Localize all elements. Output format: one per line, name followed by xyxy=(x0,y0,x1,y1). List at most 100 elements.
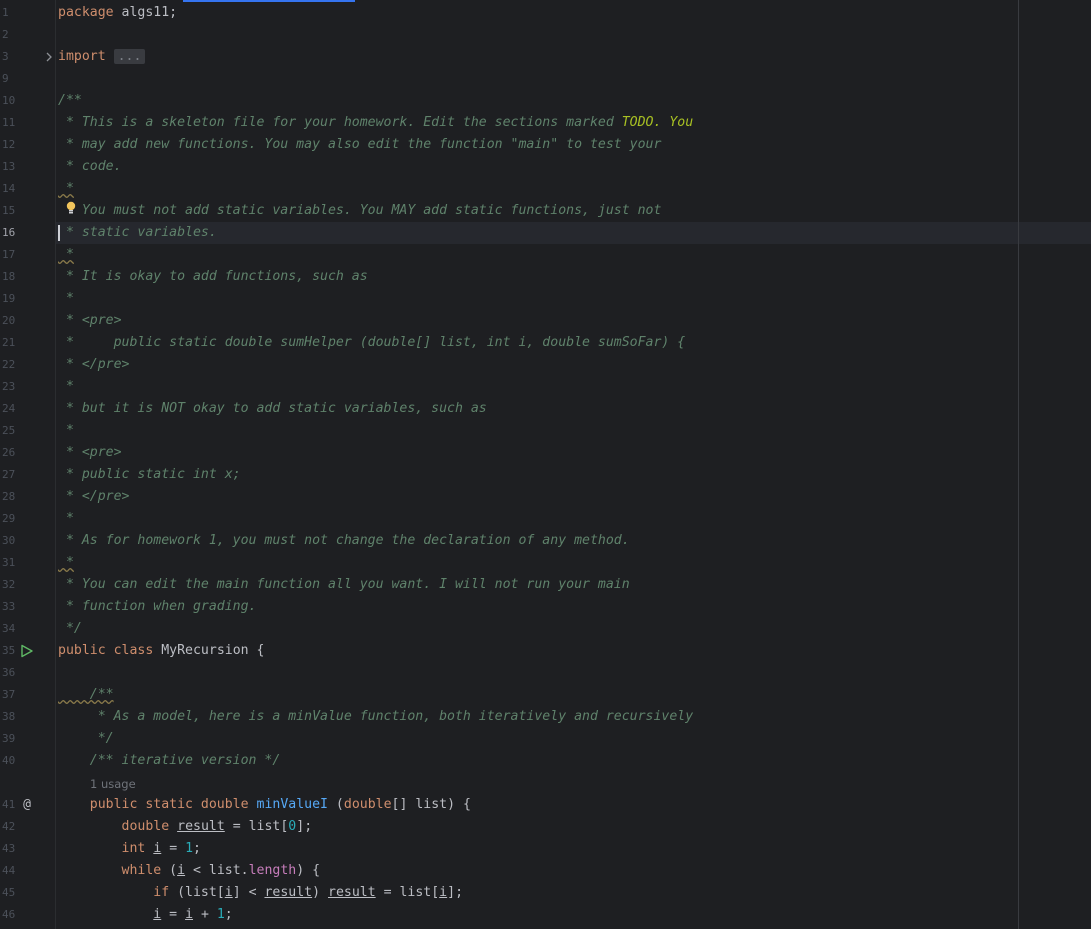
code-line-37[interactable]: /** xyxy=(58,684,114,706)
line-number[interactable]: 43 xyxy=(0,838,22,860)
code-line-41[interactable]: public static double minValueI (double[]… xyxy=(58,794,471,816)
code-line-46[interactable]: i = i + 1; xyxy=(58,904,233,926)
line-number[interactable]: 11 xyxy=(0,112,22,134)
code-line-23[interactable]: * xyxy=(58,376,74,398)
right-margin-guide xyxy=(1018,0,1019,929)
code-line-31[interactable]: * xyxy=(58,552,74,574)
code-line-26[interactable]: * <pre> xyxy=(58,442,122,464)
line-number[interactable]: 37 xyxy=(0,684,22,706)
line-number[interactable]: 26 xyxy=(0,442,22,464)
line-number[interactable]: 15 xyxy=(0,200,22,222)
code-line-44[interactable]: while (i < list.length) { xyxy=(58,860,321,882)
run-gutter-icon[interactable] xyxy=(20,644,34,658)
code-line-45[interactable]: if (list[i] < result) result = list[i]; xyxy=(58,882,463,904)
code-line-43[interactable]: int i = 1; xyxy=(58,838,201,860)
line-number[interactable]: 28 xyxy=(0,486,22,508)
code-line-1[interactable]: package algs11; xyxy=(58,2,177,24)
code-line-29[interactable]: * xyxy=(58,508,74,530)
code-line-33[interactable]: * function when grading. xyxy=(58,596,257,618)
line-number[interactable]: 29 xyxy=(0,508,22,530)
line-number[interactable]: 40 xyxy=(0,750,22,772)
line-number[interactable]: 31 xyxy=(0,552,22,574)
code-line-11[interactable]: * This is a skeleton file for your homew… xyxy=(58,112,693,134)
line-number[interactable]: 46 xyxy=(0,904,22,926)
usage-hint[interactable]: 1 usage xyxy=(90,776,136,792)
code-editor[interactable]: 1 2 3 9 10 11 12 13 14 15 16 17 18 19 20 21 22 23 24 25 26 27… xyxy=(0,0,1091,929)
code-text: algs11; xyxy=(113,5,178,20)
line-number[interactable]: 22 xyxy=(0,354,22,376)
line-number[interactable]: 34 xyxy=(0,618,22,640)
folded-imports-placeholder[interactable]: ... xyxy=(113,49,146,64)
code-line-27[interactable]: * public static int x; xyxy=(58,464,241,486)
line-number[interactable]: 1 xyxy=(0,2,22,24)
line-number[interactable]: 44 xyxy=(0,860,22,882)
keyword: public xyxy=(58,643,106,658)
line-number[interactable]: 17 xyxy=(0,244,22,266)
line-number[interactable]: 25 xyxy=(0,420,22,442)
line-number[interactable]: 32 xyxy=(0,574,22,596)
code-line-17[interactable]: * xyxy=(58,244,74,266)
comment-text: * This is a skeleton file for your homew… xyxy=(58,115,622,130)
line-number[interactable]: 35 xyxy=(0,640,22,662)
gutter-divider xyxy=(55,0,56,929)
line-number[interactable]: 2 xyxy=(0,24,22,46)
code-text: ; xyxy=(193,841,201,856)
line-number[interactable]: 36 xyxy=(0,662,22,684)
line-number[interactable]: 3 xyxy=(0,46,22,68)
code-line-22[interactable]: * </pre> xyxy=(58,354,130,376)
at-sign-icon[interactable]: @ xyxy=(19,797,35,813)
code-line-42[interactable]: double result = list[0]; xyxy=(58,816,313,838)
line-number[interactable]: 27 xyxy=(0,464,22,486)
line-number[interactable]: 16 xyxy=(0,222,22,244)
code-line-16[interactable]: * static variables. xyxy=(58,222,217,244)
line-number[interactable]: 19 xyxy=(0,288,22,310)
code-line-28[interactable]: * </pre> xyxy=(58,486,130,508)
code-line-39[interactable]: */ xyxy=(58,728,114,750)
line-number[interactable]: 14 xyxy=(0,178,22,200)
line-number[interactable]: 39 xyxy=(0,728,22,750)
line-number[interactable]: 33 xyxy=(0,596,22,618)
code-line-25[interactable]: * xyxy=(58,420,74,442)
code-line-3[interactable]: import ... xyxy=(58,46,146,68)
line-number[interactable]: 42 xyxy=(0,816,22,838)
line-number[interactable]: 12 xyxy=(0,134,22,156)
line-number[interactable]: 38 xyxy=(0,706,22,728)
code-text: = list[ xyxy=(224,819,289,834)
code-line-12[interactable]: * may add new functions. You may also ed… xyxy=(58,134,661,156)
line-number[interactable]: 21 xyxy=(0,332,22,354)
line-number[interactable]: 20 xyxy=(0,310,22,332)
line-number[interactable]: 24 xyxy=(0,398,22,420)
line-number[interactable]: 10 xyxy=(0,90,22,112)
code-line-21[interactable]: * public static double sumHelper (double… xyxy=(58,332,685,354)
code-line-32[interactable]: * You can edit the main function all you… xyxy=(58,574,630,596)
code-line-13[interactable]: * code. xyxy=(58,156,122,178)
code-line-35[interactable]: public class MyRecursion { xyxy=(58,640,264,662)
code-line-30[interactable]: * As for homework 1, you must not change… xyxy=(58,530,630,552)
code-line-18[interactable]: * It is okay to add functions, such as xyxy=(58,266,368,288)
code-line-19[interactable]: * xyxy=(58,288,74,310)
code-line-38[interactable]: * As a model, here is a minValue functio… xyxy=(58,706,693,728)
code-line-15[interactable]: You must not add static variables. You M… xyxy=(58,200,662,222)
variable: i xyxy=(439,885,448,900)
code-line-10[interactable]: /** xyxy=(58,90,82,112)
line-number[interactable]: 18 xyxy=(0,266,22,288)
code-text: ; xyxy=(224,907,233,922)
code-line-20[interactable]: * <pre> xyxy=(58,310,122,332)
line-number[interactable]: 13 xyxy=(0,156,22,178)
line-number[interactable]: 23 xyxy=(0,376,22,398)
chevron-right-icon[interactable] xyxy=(44,50,54,64)
variable: result xyxy=(177,819,225,834)
line-number[interactable]: 45 xyxy=(0,882,22,904)
code-line-14[interactable]: * xyxy=(58,178,74,200)
code-line-34[interactable]: */ xyxy=(58,618,82,640)
code-line-40[interactable]: /** iterative version */ xyxy=(58,750,281,772)
code-text: = list[ xyxy=(375,885,440,900)
line-number[interactable]: 30 xyxy=(0,530,22,552)
line-number[interactable]: 9 xyxy=(0,68,22,90)
code-line-24[interactable]: * but it is NOT okay to add static varia… xyxy=(58,398,487,420)
variable: i xyxy=(185,907,194,922)
